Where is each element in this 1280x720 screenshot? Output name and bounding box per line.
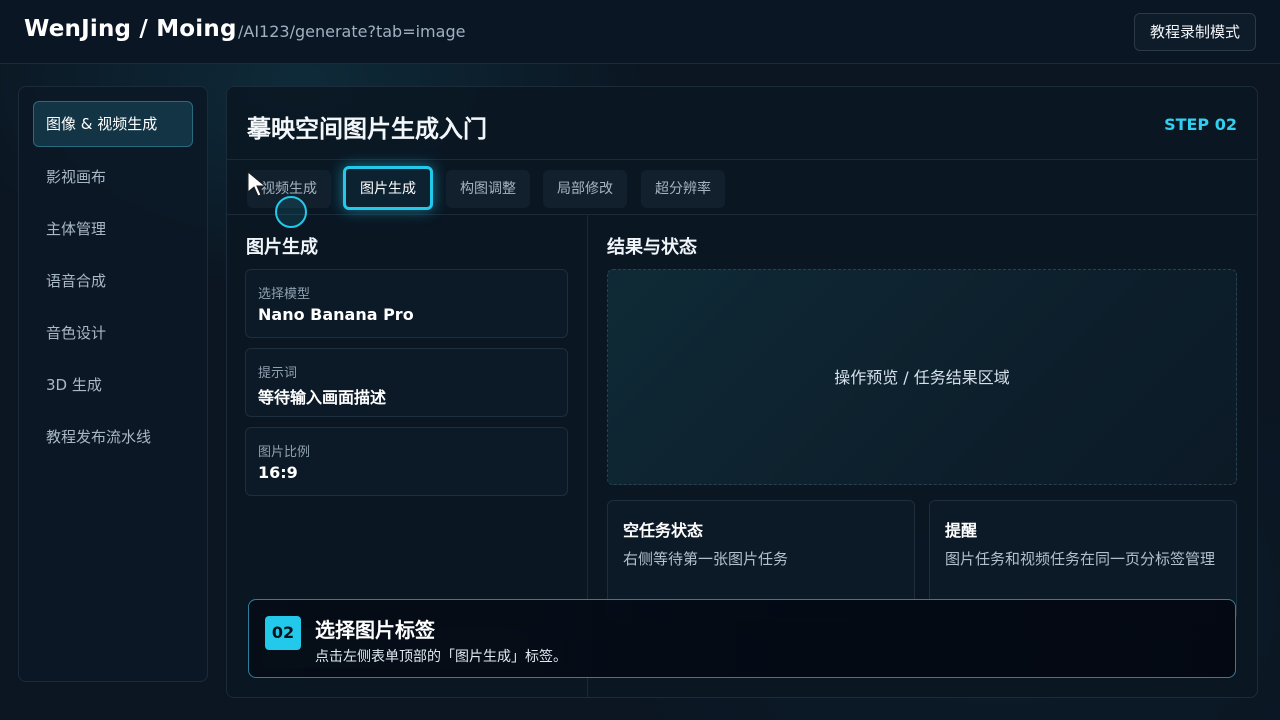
- sidebar-item-film-canvas[interactable]: 影视画布: [33, 154, 193, 200]
- brand-logo-text: WenJing / Moing: [24, 16, 237, 42]
- tip-description: 点击左侧表单顶部的「图片生成」标签。: [315, 649, 567, 665]
- sidebar-item-image-video[interactable]: 图像 & 视频生成: [33, 101, 193, 147]
- aspect-ratio-field[interactable]: 图片比例 16:9: [245, 427, 568, 496]
- mouse-cursor-icon: [247, 170, 267, 197]
- model-select-field[interactable]: 选择模型 Nano Banana Pro: [245, 269, 568, 338]
- form-section-title: 图片生成: [246, 237, 318, 258]
- card-text: 右侧等待第一张图片任务: [623, 550, 789, 568]
- tutorial-tip-banner: 02 选择图片标签 点击左侧表单顶部的「图片生成」标签。: [248, 599, 1236, 678]
- card-title: 提醒: [945, 521, 978, 540]
- field-label: 提示词: [258, 366, 298, 381]
- field-value: 16:9: [258, 463, 298, 482]
- url-path: /AI123/generate?tab=image: [238, 22, 466, 41]
- sidebar-item-tutorial-pipeline[interactable]: 教程发布流水线: [33, 414, 193, 460]
- tutorial-record-mode-button[interactable]: 教程录制模式: [1134, 13, 1256, 51]
- tip-title: 选择图片标签: [315, 618, 435, 642]
- field-value: Nano Banana Pro: [258, 305, 414, 324]
- sidebar-item-subject-management[interactable]: 主体管理: [33, 206, 193, 252]
- tab-composition-adjust[interactable]: 构图调整: [446, 170, 530, 208]
- result-section-title: 结果与状态: [607, 237, 697, 258]
- tip-step-badge: 02: [265, 616, 301, 650]
- tab-bar: 视频生成 图片生成 构图调整 局部修改 超分辨率: [227, 159, 1257, 215]
- step-indicator: STEP 02: [1164, 115, 1237, 134]
- top-bar: WenJing / Moing /AI123/generate?tab=imag…: [0, 0, 1280, 64]
- sidebar: 图像 & 视频生成 影视画布 主体管理 语音合成 音色设计 3D 生成 教程发布…: [18, 86, 208, 682]
- tab-local-edit[interactable]: 局部修改: [543, 170, 627, 208]
- tab-image-generation[interactable]: 图片生成: [343, 166, 433, 210]
- field-label: 选择模型: [258, 287, 311, 302]
- field-label: 图片比例: [258, 445, 311, 460]
- page-title: 摹映空间图片生成入门: [247, 115, 487, 143]
- sidebar-item-3d-generation[interactable]: 3D 生成: [33, 362, 193, 408]
- card-text: 图片任务和视频任务在同一页分标签管理: [945, 550, 1216, 568]
- preview-placeholder-text: 操作预览 / 任务结果区域: [834, 368, 1010, 387]
- card-title: 空任务状态: [623, 521, 704, 540]
- prompt-field[interactable]: 提示词 等待输入画面描述: [245, 348, 568, 417]
- tab-super-resolution[interactable]: 超分辨率: [641, 170, 725, 208]
- sidebar-item-voice-design[interactable]: 音色设计: [33, 310, 193, 356]
- field-value: 等待输入画面描述: [258, 388, 387, 407]
- click-indicator: [275, 196, 307, 228]
- sidebar-item-speech-synthesis[interactable]: 语音合成: [33, 258, 193, 304]
- result-preview-area: 操作预览 / 任务结果区域: [607, 269, 1237, 485]
